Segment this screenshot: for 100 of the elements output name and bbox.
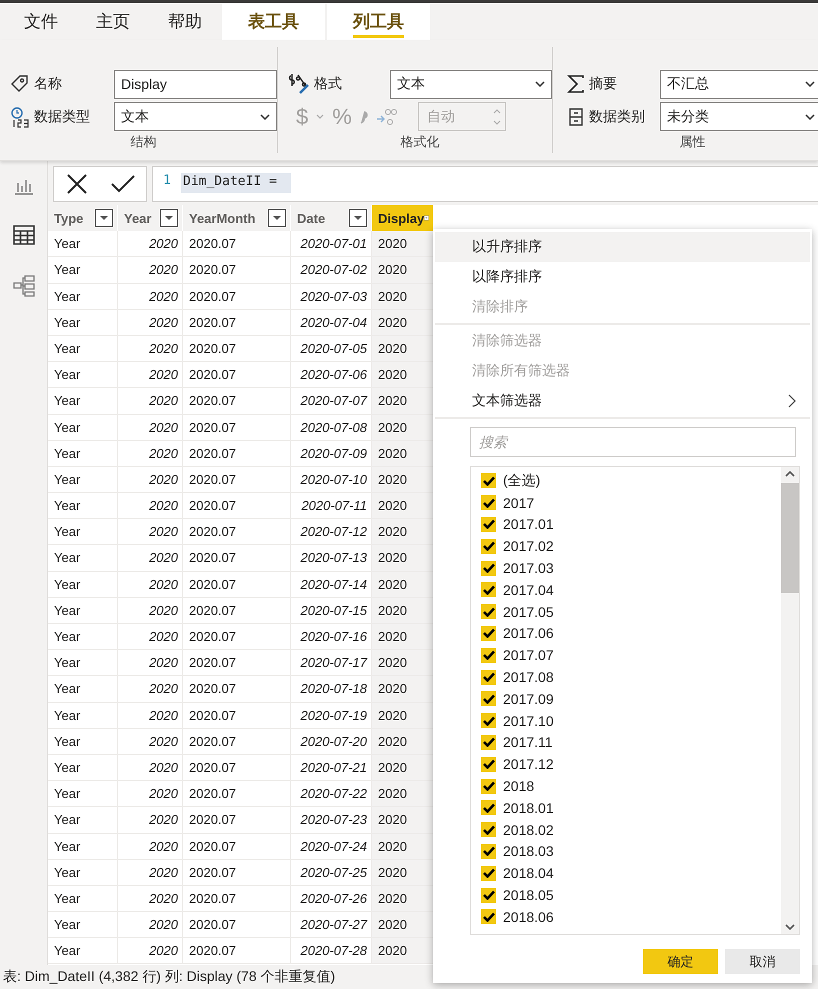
column-header[interactable]: Year xyxy=(118,205,183,231)
column-header[interactable]: Type xyxy=(48,205,118,231)
table-cell: 2020 xyxy=(372,310,434,336)
table-cell: 2020 xyxy=(118,702,183,729)
data-type-dropdown[interactable]: 文本 xyxy=(114,102,277,132)
menu-item[interactable]: 以升序排序 xyxy=(435,232,810,262)
checkbox[interactable] xyxy=(481,604,496,620)
table-cell: 2020 xyxy=(118,466,183,494)
table-cell: Year xyxy=(48,938,118,964)
summary-dropdown[interactable]: 不汇总 xyxy=(660,70,818,99)
filter-dropdown-icon[interactable] xyxy=(349,209,367,227)
table-cell: Year xyxy=(48,493,118,520)
ribbon-tab[interactable]: 表工具 xyxy=(222,3,325,40)
checkbox[interactable] xyxy=(481,822,496,838)
table-cell: 2020.07 xyxy=(183,834,291,860)
chevron-down-icon xyxy=(260,114,270,120)
checkbox[interactable] xyxy=(481,648,496,663)
table-cell: 2020.07 xyxy=(183,440,291,467)
checkbox[interactable] xyxy=(481,473,496,488)
table-cell: 2020 xyxy=(118,624,183,650)
check-icon xyxy=(482,476,494,486)
checkbox[interactable] xyxy=(481,888,496,903)
check-icon xyxy=(482,759,494,770)
table-cell: 2020 xyxy=(118,807,183,834)
checkbox[interactable] xyxy=(481,691,496,706)
table-cell: 2020 xyxy=(118,414,183,441)
ok-button[interactable]: 确定 xyxy=(643,949,718,974)
table-icon[interactable] xyxy=(12,225,34,245)
checkbox[interactable] xyxy=(481,538,496,554)
column-header[interactable]: YearMonth xyxy=(183,205,291,231)
checkbox[interactable] xyxy=(481,909,496,924)
data-type-label: 数据类型 xyxy=(34,108,90,126)
cancel-button[interactable]: 取消 xyxy=(725,949,800,974)
column-header[interactable]: Display xyxy=(372,205,434,231)
table-cell: 2020 xyxy=(372,414,434,441)
checkbox[interactable] xyxy=(481,778,496,794)
check-icon xyxy=(482,519,494,530)
table-cell: Year xyxy=(48,336,118,362)
format-label: 格式 xyxy=(314,75,342,94)
table-cell: 2020 xyxy=(118,860,183,886)
search-field[interactable]: 搜索 xyxy=(470,427,796,457)
ribbon-tab[interactable]: 列工具 xyxy=(327,3,430,40)
checkbox[interactable] xyxy=(481,626,496,641)
table-cell: 2020.07 xyxy=(183,938,291,964)
value-label: 2017.12 xyxy=(503,756,554,772)
scroll-down-icon[interactable] xyxy=(785,924,795,930)
checkbox[interactable] xyxy=(481,734,496,750)
checkbox[interactable] xyxy=(481,582,496,598)
table-cell: 2020 xyxy=(372,912,434,938)
table-cell: 2020.07 xyxy=(183,493,291,520)
checkbox[interactable] xyxy=(481,495,496,510)
checkbox[interactable] xyxy=(481,516,496,532)
filter-dropdown-icon[interactable] xyxy=(95,209,113,227)
scrollbar[interactable] xyxy=(781,467,799,934)
table-cell: Year xyxy=(48,284,118,310)
checkbox[interactable] xyxy=(481,713,496,728)
table-cell: 2020.07 xyxy=(183,388,291,414)
table-cell: 2020 xyxy=(372,336,434,362)
formula-code[interactable]: Dim_DateII = xyxy=(181,173,291,193)
cancel-icon[interactable] xyxy=(66,173,88,195)
value-label: 2017.06 xyxy=(503,625,554,642)
checkbox[interactable] xyxy=(481,670,496,685)
chevron-right-icon xyxy=(788,394,796,408)
table-cell: Year xyxy=(48,860,118,886)
status-text: 表: Dim_DateII (4,382 行) 列: Display (78 个非重复值) xyxy=(3,968,336,986)
table-cell: Year xyxy=(48,598,118,624)
checkbox[interactable] xyxy=(481,866,496,881)
ribbon-tab[interactable]: 帮助 xyxy=(150,3,220,40)
check-icon xyxy=(482,694,494,704)
table-cell: 2020 xyxy=(118,493,183,520)
ribbon-tab[interactable]: 主页 xyxy=(78,3,148,40)
scrollbar-thumb[interactable] xyxy=(781,483,799,593)
checkbox[interactable] xyxy=(481,844,496,859)
filter-dropdown-icon[interactable] xyxy=(268,209,286,227)
table-cell: 2020 xyxy=(118,231,183,258)
scroll-up-icon[interactable] xyxy=(785,471,795,477)
checkbox[interactable] xyxy=(481,756,496,772)
table-cell: 2020 xyxy=(118,572,183,598)
checkbox[interactable] xyxy=(481,560,496,576)
check-icon xyxy=(482,802,494,813)
commit-icon[interactable] xyxy=(110,175,134,193)
table-cell: Year xyxy=(48,807,118,834)
filter-dropdown-icon[interactable] xyxy=(160,209,178,227)
checkbox[interactable] xyxy=(481,800,496,816)
ribbon-tab[interactable]: 文件 xyxy=(6,3,76,40)
data-category-dropdown[interactable]: 未分类 xyxy=(660,102,818,132)
check-icon xyxy=(482,912,494,922)
table-cell: 2020 xyxy=(372,572,434,598)
check-icon xyxy=(482,628,494,638)
check-icon xyxy=(482,498,494,508)
bar-chart-icon[interactable] xyxy=(14,177,34,195)
table-cell: 2020 xyxy=(118,440,183,467)
value-label: 2018.06 xyxy=(503,908,554,925)
name-field[interactable]: Display xyxy=(114,70,277,99)
table-cell: 2020.07 xyxy=(183,781,291,808)
table-cell: 2020.07 xyxy=(183,702,291,729)
model-icon[interactable] xyxy=(12,275,34,297)
column-header[interactable]: Date xyxy=(291,205,372,231)
table-cell: 2020 xyxy=(118,598,183,624)
table-cell: 2020.07 xyxy=(183,284,291,310)
